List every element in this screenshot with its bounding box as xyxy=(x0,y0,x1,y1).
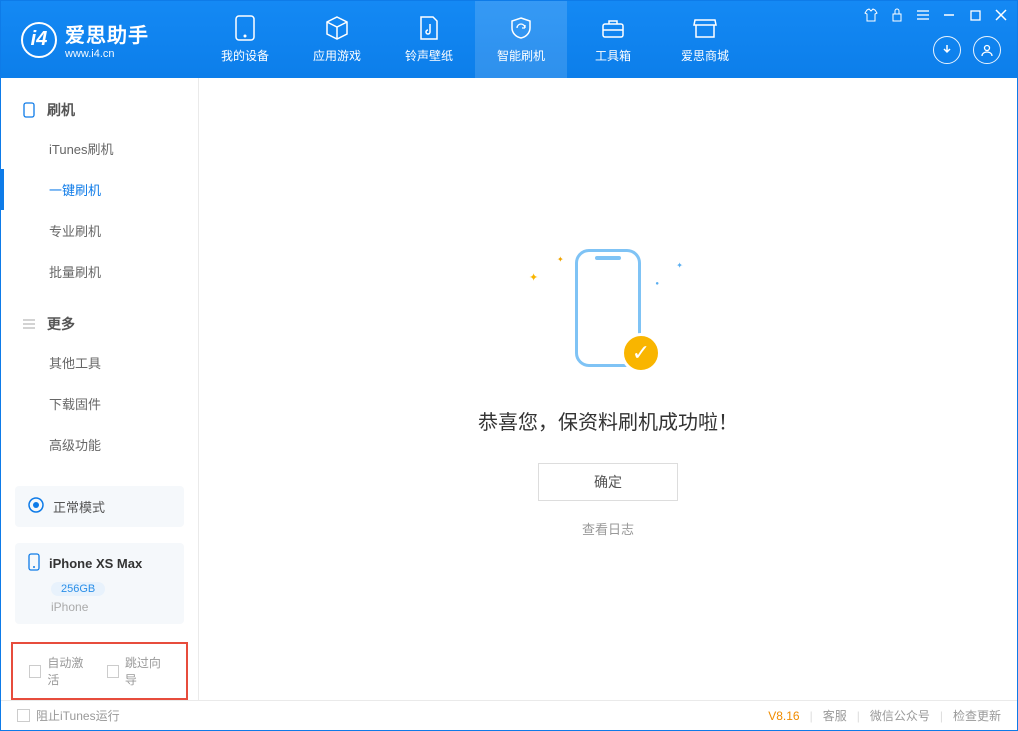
lock-icon[interactable] xyxy=(889,7,905,23)
mode-label: 正常模式 xyxy=(53,497,105,516)
sidebar-group-more: 更多 其他工具 下载固件 高级功能 xyxy=(1,292,198,465)
device-icon xyxy=(232,15,258,41)
tab-my-device[interactable]: 我的设备 xyxy=(199,1,291,78)
logo-icon: i4 xyxy=(21,22,57,58)
sidebar: 刷机 iTunes刷机 一键刷机 专业刷机 批量刷机 更多 其他工具 下载固件 … xyxy=(1,78,199,700)
highlighted-checkbox-row: 自动激活 跳过向导 xyxy=(11,642,188,700)
tab-smart-flash[interactable]: 智能刷机 xyxy=(475,1,567,78)
statusbar: 阻止iTunes运行 V8.16 | 客服 | 微信公众号 | 检查更新 xyxy=(1,700,1017,730)
download-icon[interactable] xyxy=(933,36,961,64)
checkbox-auto-activate[interactable]: 自动激活 xyxy=(29,654,93,688)
close-button[interactable] xyxy=(993,7,1009,23)
main-content: ✦ ✦ ✦ ● ✓ 恭喜您，保资料刷机成功啦！ 确定 查看日志 xyxy=(199,78,1017,700)
refresh-shield-icon xyxy=(508,15,534,41)
check-update-link[interactable]: 检查更新 xyxy=(953,707,1001,724)
sidebar-item-pro-flash[interactable]: 专业刷机 xyxy=(1,210,198,251)
sidebar-item-other-tools[interactable]: 其他工具 xyxy=(1,342,198,383)
minimize-button[interactable] xyxy=(941,7,957,23)
sidebar-item-batch-flash[interactable]: 批量刷机 xyxy=(1,251,198,292)
app-window: i4 爱思助手 www.i4.cn 我的设备 应用游戏 铃声壁纸 智能刷机 xyxy=(0,0,1018,731)
sidebar-item-oneclick-flash[interactable]: 一键刷机 xyxy=(1,169,198,210)
device-phone-icon xyxy=(27,553,41,574)
app-subtitle: www.i4.cn xyxy=(65,48,149,60)
sparkle-icon: ✦ xyxy=(529,271,538,284)
menu-icon[interactable] xyxy=(915,7,931,23)
tab-toolbox[interactable]: 工具箱 xyxy=(567,1,659,78)
user-icon[interactable] xyxy=(973,36,1001,64)
toolbox-icon xyxy=(600,15,626,41)
version-label: V8.16 xyxy=(768,709,799,723)
phone-icon xyxy=(21,102,37,118)
sidebar-item-advanced[interactable]: 高级功能 xyxy=(1,424,198,465)
checkbox-block-itunes[interactable]: 阻止iTunes运行 xyxy=(17,707,120,724)
sidebar-item-itunes-flash[interactable]: iTunes刷机 xyxy=(1,128,198,169)
sparkle-icon: ✦ xyxy=(676,261,683,270)
header-right-icons xyxy=(933,36,1001,64)
device-card[interactable]: iPhone XS Max 256GB iPhone xyxy=(15,543,184,624)
tab-store[interactable]: 爱思商城 xyxy=(659,1,751,78)
body: 刷机 iTunes刷机 一键刷机 专业刷机 批量刷机 更多 其他工具 下载固件 … xyxy=(1,78,1017,700)
checkbox-icon xyxy=(107,665,119,678)
success-illustration: ✦ ✦ ✦ ● ✓ xyxy=(523,241,693,381)
main-tabs: 我的设备 应用游戏 铃声壁纸 智能刷机 工具箱 爱思商城 xyxy=(199,1,751,78)
mode-icon xyxy=(27,496,45,517)
device-name: iPhone XS Max xyxy=(49,556,142,571)
titlebar: i4 爱思助手 www.i4.cn 我的设备 应用游戏 铃声壁纸 智能刷机 xyxy=(1,1,1017,78)
logo-area: i4 爱思助手 www.i4.cn xyxy=(1,19,199,60)
sidebar-header-flash: 刷机 xyxy=(1,92,198,128)
check-badge-icon: ✓ xyxy=(621,333,661,373)
wechat-link[interactable]: 微信公众号 xyxy=(870,707,930,724)
checkbox-skip-guide[interactable]: 跳过向导 xyxy=(107,654,171,688)
mode-card[interactable]: 正常模式 xyxy=(15,486,184,527)
sidebar-item-download-firmware[interactable]: 下载固件 xyxy=(1,383,198,424)
device-type: iPhone xyxy=(51,600,172,614)
window-controls xyxy=(863,7,1009,23)
tab-ringtones-wallpapers[interactable]: 铃声壁纸 xyxy=(383,1,475,78)
app-title: 爱思助手 xyxy=(65,19,149,48)
music-file-icon xyxy=(416,15,442,41)
list-icon xyxy=(21,316,37,332)
cube-icon xyxy=(324,15,350,41)
store-icon xyxy=(692,15,718,41)
checkbox-icon xyxy=(17,709,30,722)
sidebar-group-flash: 刷机 iTunes刷机 一键刷机 专业刷机 批量刷机 xyxy=(1,78,198,292)
sparkle-icon: ✦ xyxy=(557,255,564,264)
success-message: 恭喜您，保资料刷机成功啦！ xyxy=(478,406,738,435)
device-capacity: 256GB xyxy=(51,582,105,596)
tab-apps-games[interactable]: 应用游戏 xyxy=(291,1,383,78)
view-log-link[interactable]: 查看日志 xyxy=(582,519,634,538)
ok-button[interactable]: 确定 xyxy=(538,463,678,501)
shirt-icon[interactable] xyxy=(863,7,879,23)
sidebar-header-more: 更多 xyxy=(1,306,198,342)
maximize-button[interactable] xyxy=(967,7,983,23)
support-link[interactable]: 客服 xyxy=(823,707,847,724)
sparkle-icon: ● xyxy=(655,281,659,287)
checkbox-icon xyxy=(29,665,41,678)
